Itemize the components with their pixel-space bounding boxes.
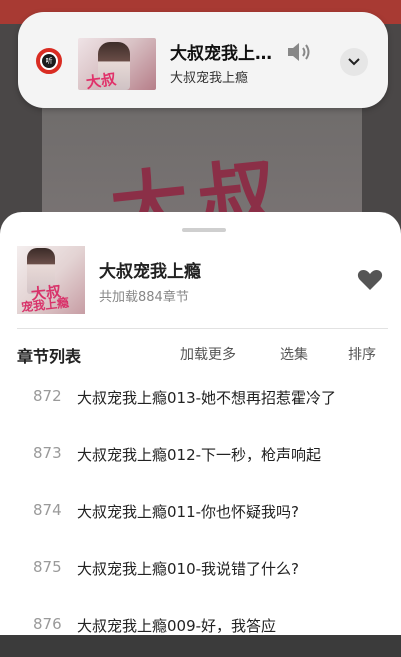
chapter-title: 大叔宠我上瘾013-她不想再招惹霍冷了 (77, 389, 337, 407)
drag-handle[interactable] (182, 228, 226, 232)
collapse-button[interactable] (340, 48, 368, 76)
favorite-button[interactable] (357, 268, 383, 292)
chapter-row[interactable]: 875 大叔宠我上瘾010-我说错了什么? (0, 543, 401, 600)
chapter-list: 872 大叔宠我上瘾013-她不想再招惹霍冷了 873 大叔宠我上瘾012-下一… (0, 372, 401, 657)
chapter-title: 大叔宠我上瘾012-下一秒，枪声响起 (77, 446, 322, 464)
chapter-row[interactable]: 876 大叔宠我上瘾009-好，我答应 (0, 600, 401, 657)
chapter-title: 大叔宠我上瘾010-我说错了什么? (77, 560, 300, 578)
book-cover-text: 宠我上瘾 (20, 295, 70, 314)
chapter-count: 共加载884章节 (99, 290, 189, 305)
chapter-row[interactable]: 873 大叔宠我上瘾012-下一秒，枪声响起 (0, 429, 401, 486)
chapter-row[interactable]: 872 大叔宠我上瘾013-她不想再招惹霍冷了 (0, 372, 401, 429)
chapter-number: 874 (33, 501, 62, 519)
chapter-number: 872 (33, 387, 62, 405)
load-more-button[interactable]: 加载更多 (180, 344, 236, 364)
chevron-down-icon (348, 58, 360, 66)
chapter-title: 大叔宠我上瘾011-你也怀疑我吗? (77, 503, 300, 521)
book-title: 大叔宠我上瘾 (99, 262, 201, 282)
chapter-number: 875 (33, 558, 62, 576)
mini-player-cover[interactable]: 大叔 (78, 38, 156, 90)
chapter-number: 876 (33, 615, 62, 633)
chapter-number: 873 (33, 444, 62, 462)
mini-player-title: 大叔宠我上… (170, 44, 272, 64)
chapter-row[interactable]: 874 大叔宠我上瘾011-你也怀疑我吗? (0, 486, 401, 543)
app-logo-text: 听 (42, 54, 56, 68)
mini-player-subtitle: 大叔宠我上瘾 (170, 71, 249, 86)
chapter-title: 大叔宠我上瘾009-好，我答应 (77, 617, 277, 635)
book-cover: 大叔 宠我上瘾 (17, 246, 85, 314)
app-logo-icon: 听 (36, 48, 62, 74)
chapter-list-heading: 章节列表 (17, 347, 82, 366)
chapter-list-sheet: 大叔 宠我上瘾 大叔宠我上瘾 共加载884章节 章节列表 加载更多 选集 排序 … (0, 212, 401, 635)
mini-player[interactable]: 听 大叔 大叔宠我上… 大叔宠我上瘾 (18, 12, 388, 108)
select-episode-button[interactable]: 选集 (280, 344, 308, 364)
divider (17, 328, 388, 329)
heart-icon (357, 270, 383, 290)
mini-cover-text: 大叔 (84, 69, 118, 90)
speaker-icon[interactable] (286, 40, 314, 64)
sort-button[interactable]: 排序 (348, 344, 376, 364)
